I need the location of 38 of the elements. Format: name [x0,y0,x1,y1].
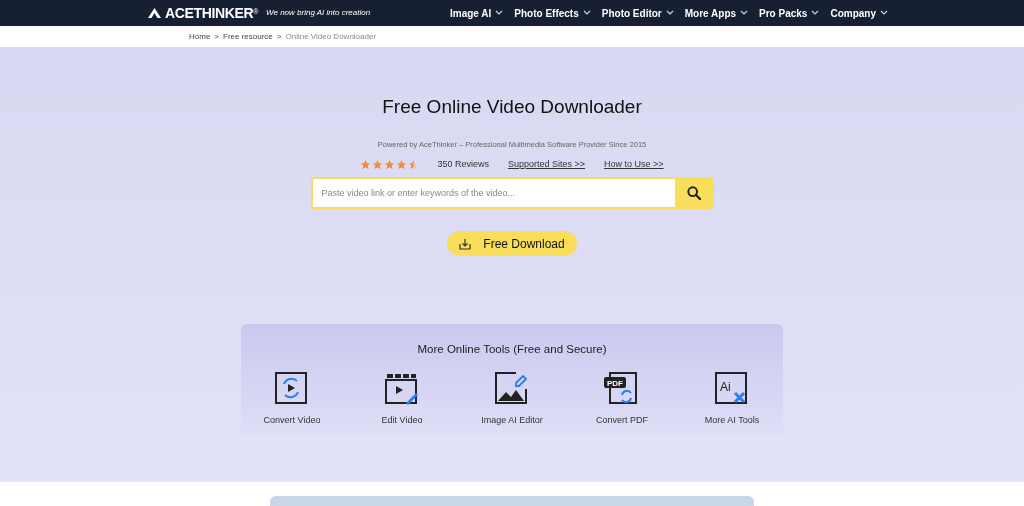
tool-link[interactable]: Convert Video [252,370,332,427]
nav-menu-item[interactable]: Photo Editor [601,5,674,21]
tool-icon: Ai [714,370,750,407]
logo-icon [148,8,161,18]
reviews-count: 350 Reviews [437,157,489,171]
breadcrumb-link[interactable]: Home [189,30,211,43]
tagline: We now bring AI into creation [266,7,371,19]
nav-menu-item[interactable]: More Apps [684,5,749,21]
caret-icon [582,10,591,16]
caret-icon [495,10,504,16]
page-title: Free Online Video Downloader [382,95,642,119]
tool-icon [494,370,530,407]
caret-icon [740,10,749,16]
info-link[interactable]: Supported Sites >> [507,157,586,172]
search-button[interactable] [674,177,714,210]
nav-menu-item[interactable]: Pro Packs [759,5,820,21]
tool-link[interactable]: Edit Video [362,370,442,427]
tool-link[interactable]: Ai More AI Tools [692,370,772,427]
tool-icon [274,370,310,407]
download-icon [459,237,472,250]
tool-link[interactable]: PDF Convert PDF [582,370,662,427]
logo[interactable]: ACETHINKER$^{®}$ [165,2,259,24]
breadcrumb-link[interactable]: Free resource [223,30,273,43]
tools-title: More Online Tools (Free and Secure) [417,342,607,358]
search-icon [686,185,702,202]
info-link[interactable]: How to Use >> [604,157,664,172]
tool-link[interactable]: Image AI Editor [472,370,552,427]
caret-icon [665,10,674,16]
nav-menu-item[interactable]: Image AI [450,5,504,21]
breadcrumb-separator: > [214,30,219,43]
search-field[interactable]: Paste video link or enter keywords of the video... [310,177,675,210]
caret-icon [880,10,888,16]
nav-menu-item[interactable]: Photo Effects [514,5,591,21]
current-page: Online Video Downloader [285,30,377,43]
breadcrumb-separator: > [276,30,282,43]
nav-menu-item[interactable]: Company [830,5,888,21]
caret-icon [811,10,820,16]
free-download-button[interactable]: Free Download [447,231,577,257]
